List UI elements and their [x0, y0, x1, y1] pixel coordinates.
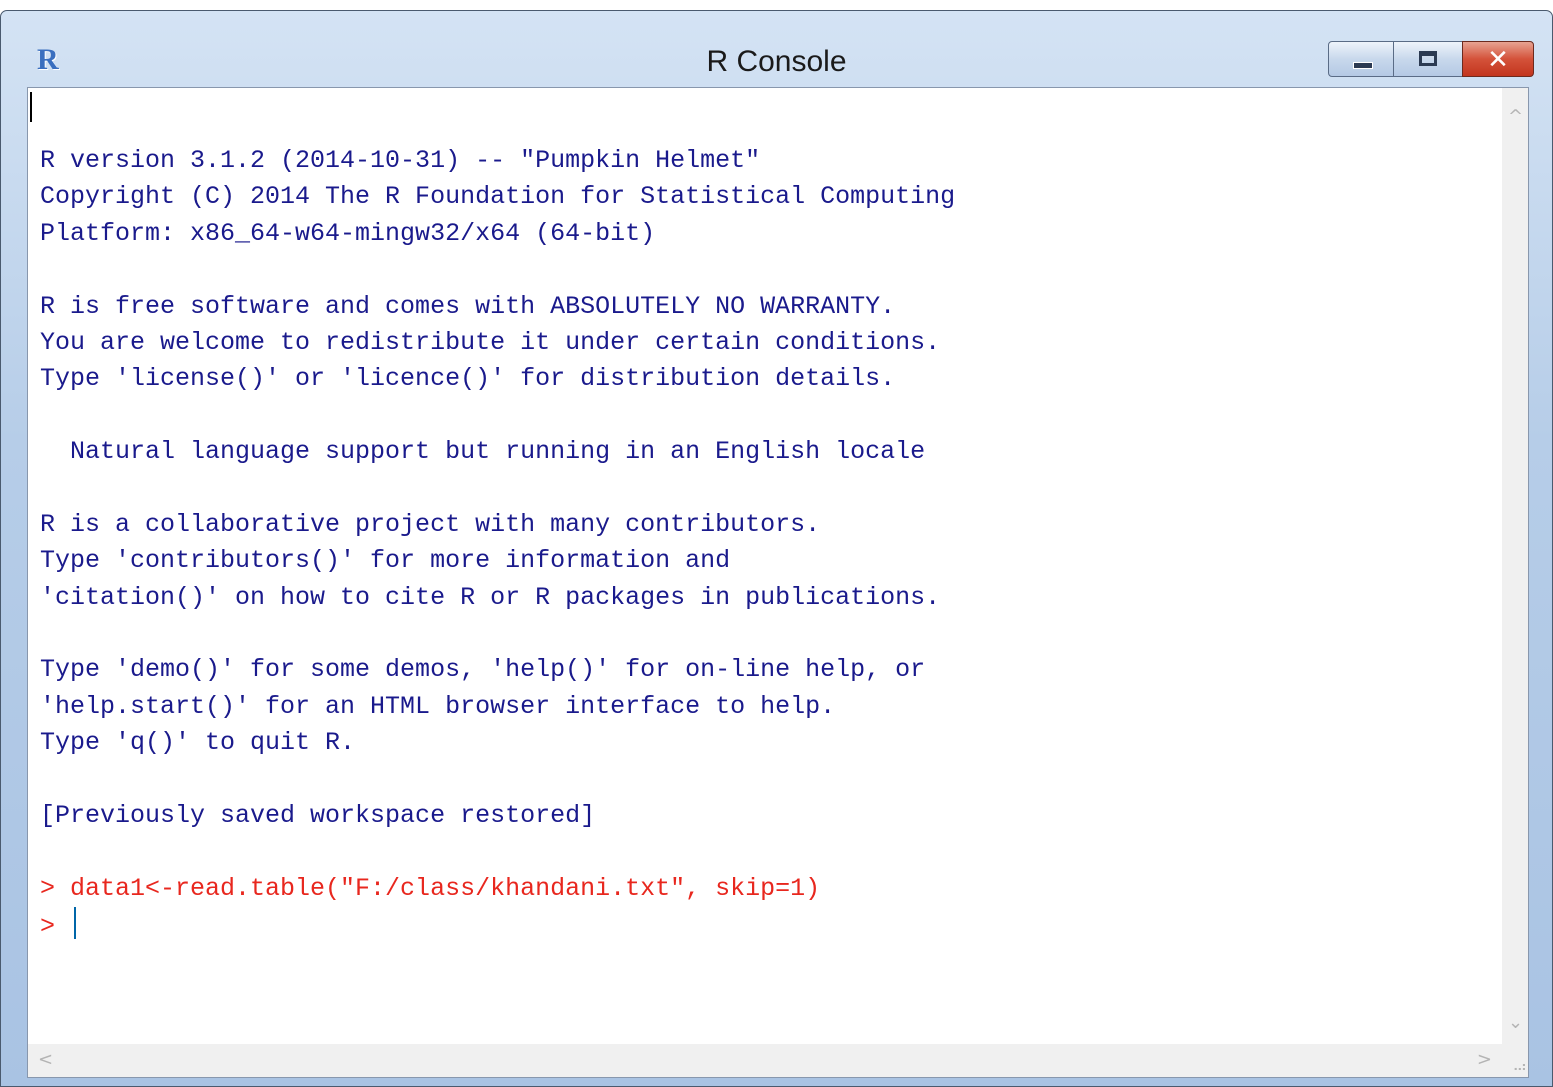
minimize-icon: [1353, 62, 1373, 69]
scroll-left-icon[interactable]: <: [38, 1051, 53, 1069]
console-output-line: [40, 471, 955, 507]
scroll-down-icon[interactable]: ⌄: [1508, 1014, 1523, 1032]
vertical-scrollbar[interactable]: ^ ⌄: [1502, 88, 1528, 1046]
console-output-line: Type 'license()' or 'licence()' for dist…: [40, 364, 896, 394]
console-client-area: R version 3.1.2 (2014-10-31) -- "Pumpkin…: [27, 87, 1529, 1078]
scroll-right-icon[interactable]: >: [1477, 1051, 1492, 1069]
console-command-line: > data1<-read.table("F:/class/khandani.t…: [40, 873, 821, 903]
console-prompt: >: [40, 912, 71, 942]
close-button[interactable]: ✕: [1462, 41, 1534, 77]
window-title: R Console: [706, 45, 847, 78]
console-prompt-line[interactable]: >: [40, 907, 955, 943]
scroll-up-icon[interactable]: ^: [1508, 108, 1523, 126]
console-output-line: [40, 398, 955, 434]
resize-grip-icon: ⠠⠴: [1508, 1058, 1526, 1074]
console-output-line: Platform: x86_64-w64-mingw32/x64 (64-bit…: [40, 218, 656, 248]
text-cursor: [30, 92, 32, 122]
console-output-line: R version 3.1.2 (2014-10-31) -- "Pumpkin…: [40, 146, 761, 175]
close-icon: ✕: [1487, 45, 1509, 75]
console-output-line: Copyright (C) 2014 The R Foundation for …: [40, 182, 956, 212]
console-output-line: Natural language support but running in …: [40, 437, 926, 467]
console-output-line: 'help.start()' for an HTML browser inter…: [40, 691, 836, 721]
console-output-line: 'citation()' on how to cite R or R packa…: [40, 582, 941, 612]
console-output-line: [40, 834, 955, 870]
console-output-line: [40, 252, 955, 288]
horizontal-scrollbar[interactable]: < >: [28, 1044, 1504, 1077]
r-console-window: R R Console ✕ R version 3.1.2 (2014-10-3…: [0, 10, 1553, 1087]
maximize-button[interactable]: [1393, 41, 1463, 77]
minimize-button[interactable]: [1328, 41, 1394, 77]
title-bar[interactable]: R R Console ✕: [1, 11, 1552, 89]
input-caret: [74, 907, 77, 940]
maximize-icon: [1419, 51, 1437, 66]
caption-buttons: ✕: [1326, 41, 1534, 79]
console-output-line: [40, 616, 955, 652]
console-output-line: Type 'contributors()' for more informati…: [40, 546, 731, 576]
console-output-line: R is free software and comes with ABSOLU…: [40, 291, 896, 321]
console-output-line: You are welcome to redistribute it under…: [40, 327, 941, 357]
console-output-line: R is a collaborative project with many c…: [40, 509, 821, 539]
console-output-line: [Previously saved workspace restored]: [40, 801, 596, 831]
console-lines: R version 3.1.2 (2014-10-31) -- "Pumpkin…: [40, 143, 955, 944]
console-output[interactable]: R version 3.1.2 (2014-10-31) -- "Pumpkin…: [28, 88, 1504, 1046]
console-output-line: Type 'demo()' for some demos, 'help()' f…: [40, 655, 926, 685]
resize-grip[interactable]: ⠠⠴: [1502, 1044, 1528, 1077]
console-output-line: [40, 762, 955, 798]
console-output-line: Type 'q()' to quit R.: [40, 728, 356, 758]
